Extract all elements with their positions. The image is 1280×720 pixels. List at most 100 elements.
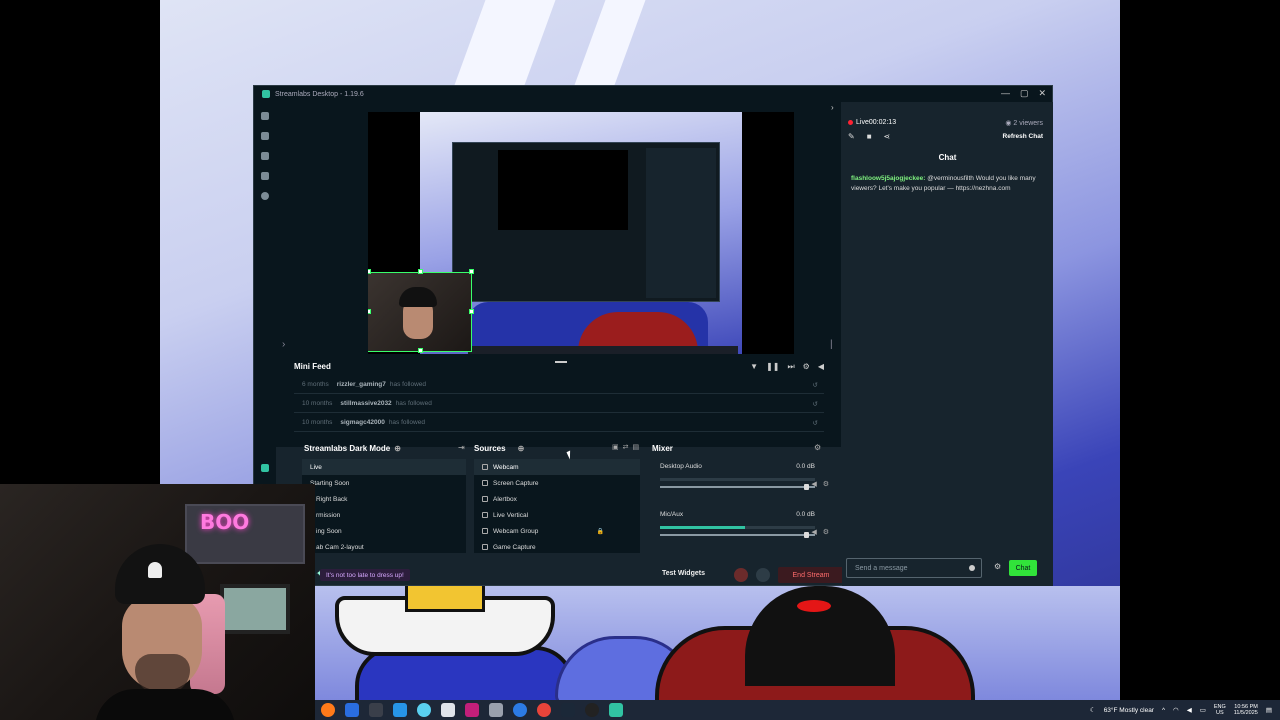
replay-icon[interactable]: ↺ (813, 400, 818, 408)
mute-icon[interactable]: ◀ (818, 362, 824, 372)
speaker-icon[interactable]: ◀ (811, 480, 816, 488)
source-item[interactable]: Webcam (474, 459, 640, 475)
share-icon[interactable]: ⋖ (884, 132, 891, 141)
speaker-icon[interactable]: ◀ (811, 528, 816, 536)
collapse-left-chevron-icon[interactable]: › (282, 339, 285, 350)
scene-transition-icon[interactable]: ⇥ (458, 443, 465, 452)
channel-settings-icon[interactable]: ⚙ (823, 480, 829, 488)
scene-item[interactable]: Live (302, 459, 466, 475)
resize-handle[interactable] (368, 269, 371, 274)
minimize-button[interactable]: — (1001, 88, 1010, 99)
send-chat-button[interactable]: Chat (1009, 560, 1037, 576)
maximize-button[interactable]: ▢ (1020, 88, 1029, 99)
close-button[interactable]: ✕ (1038, 88, 1046, 99)
scene-item[interactable]: Right Back (302, 491, 466, 507)
feed-row: 6 months rizzler_gaming7 has followed ↺ (294, 376, 824, 394)
webcam-source-selection[interactable] (368, 272, 472, 352)
volume-icon[interactable]: ◀ (1187, 706, 1192, 714)
add-scene-icon[interactable]: ⊕ (394, 444, 401, 453)
filter-icon[interactable]: ▼ (750, 362, 758, 372)
settings-icon[interactable]: ⚙ (803, 362, 810, 372)
chat-panel: Live00:02:13 ◉ 2 viewers ✎ ■ ⋖ Refresh C… (842, 102, 1053, 586)
chat-input[interactable]: Send a message (846, 558, 982, 578)
explorer-icon[interactable] (345, 703, 359, 717)
volume-slider-knob[interactable] (803, 484, 809, 490)
app-icon[interactable] (465, 703, 479, 717)
editor-icon[interactable] (261, 112, 269, 120)
resize-handle[interactable] (469, 309, 474, 314)
scrollbar-handle[interactable]: | (830, 339, 833, 350)
edit-stream-info-icon[interactable]: ✎ (848, 132, 855, 141)
layout-icon[interactable] (261, 172, 269, 180)
window-titlebar[interactable]: Streamlabs Desktop - 1.19.6 — ▢ ✕ (254, 86, 1052, 102)
resize-handle[interactable] (418, 348, 423, 353)
end-stream-button[interactable]: End Stream (778, 567, 844, 583)
chat-message: flashloow5j5ajogjeckee: @verminousfilth … (851, 174, 1041, 194)
replay-buffer-button[interactable] (756, 568, 770, 582)
expand-chat-chevron-icon[interactable]: › (831, 103, 834, 112)
language-indicator[interactable]: ENG US (1214, 704, 1226, 716)
add-source-icon[interactable]: ⊕ (518, 444, 525, 453)
chat-message-author[interactable]: flashloow5j5ajogjeckee: (851, 175, 925, 182)
app-icon[interactable] (489, 703, 503, 717)
notification-icon[interactable]: ▤ (1266, 706, 1272, 714)
sources-title: Sources (474, 443, 506, 453)
scene-item[interactable]: ab Cam 2-layout (302, 539, 466, 553)
app-icon[interactable] (369, 703, 383, 717)
volume-slider-knob[interactable] (803, 532, 809, 538)
scene-item[interactable]: rmission (302, 507, 466, 523)
source-label: Live Vertical (493, 511, 529, 519)
streamlabs-taskbar-icon[interactable] (609, 703, 623, 717)
volume-slider[interactable] (660, 484, 815, 490)
app-icon[interactable] (513, 703, 527, 717)
chat-settings-icon[interactable]: ⚙ (994, 562, 1001, 571)
preview-webcam-beanie (399, 287, 437, 307)
taskbar-clock[interactable]: 10:56 PM 11/5/2025 (1234, 704, 1258, 716)
live-indicator: Live00:02:13 (848, 119, 896, 126)
volume-slider[interactable] (660, 532, 815, 538)
pause-icon[interactable]: ❚❚ (766, 362, 779, 372)
wifi-icon[interactable]: ◠ (1173, 706, 1179, 714)
studio-mode-icon[interactable] (261, 464, 269, 472)
source-tools-icon[interactable]: ▣⇄▤ (612, 443, 643, 451)
scene-item[interactable]: Starting Soon (302, 475, 466, 491)
resize-handle[interactable] (368, 309, 371, 314)
test-widgets-button[interactable]: Test Widgets (662, 570, 705, 577)
streamer-shirt (95, 689, 235, 720)
mixer-settings-icon[interactable]: ⚙ (814, 443, 821, 452)
replay-icon[interactable]: ↺ (813, 381, 818, 389)
emoji-icon[interactable] (969, 565, 975, 571)
camera-icon[interactable]: ■ (867, 132, 872, 141)
region-code: US (1216, 710, 1224, 716)
store-icon[interactable] (261, 152, 269, 160)
weather-label[interactable]: 63°F Mostly clear (1104, 707, 1154, 714)
chrome-icon[interactable] (537, 703, 551, 717)
source-item[interactable]: Screen Capture (474, 475, 640, 491)
resize-handle[interactable] (418, 269, 423, 274)
scene-collection-title[interactable]: Streamlabs Dark Mode (304, 444, 390, 453)
replay-icon[interactable]: ↺ (813, 419, 818, 427)
channel-settings-icon[interactable]: ⚙ (823, 528, 829, 536)
notepad-icon[interactable] (441, 703, 455, 717)
stream-preview[interactable] (368, 112, 794, 354)
record-button[interactable] (734, 568, 748, 582)
app-icon[interactable] (393, 703, 407, 717)
battery-icon[interactable]: ▭ (1200, 706, 1206, 714)
resize-handle[interactable] (469, 269, 474, 274)
scene-item[interactable]: ing Soon (302, 523, 466, 539)
app-icon[interactable] (585, 703, 599, 717)
source-item[interactable]: Live Vertical (474, 507, 640, 523)
firefox-icon[interactable] (321, 703, 335, 717)
steam-icon[interactable] (561, 703, 575, 717)
record-icon[interactable] (261, 192, 269, 200)
tip-banner[interactable]: It's not too late to dress up! (320, 569, 410, 581)
lock-icon[interactable]: 🔒 (597, 528, 604, 535)
source-item[interactable]: Webcam Group 🔒 (474, 523, 640, 539)
source-item[interactable]: Alertbox (474, 491, 640, 507)
tray-chevron-icon[interactable]: ^ (1162, 707, 1165, 714)
source-item[interactable]: Game Capture (474, 539, 640, 553)
skip-icon[interactable]: ⏭ (787, 362, 794, 372)
app-icon[interactable] (417, 703, 431, 717)
themes-icon[interactable] (261, 132, 269, 140)
refresh-chat-button[interactable]: Refresh Chat (1003, 133, 1043, 140)
